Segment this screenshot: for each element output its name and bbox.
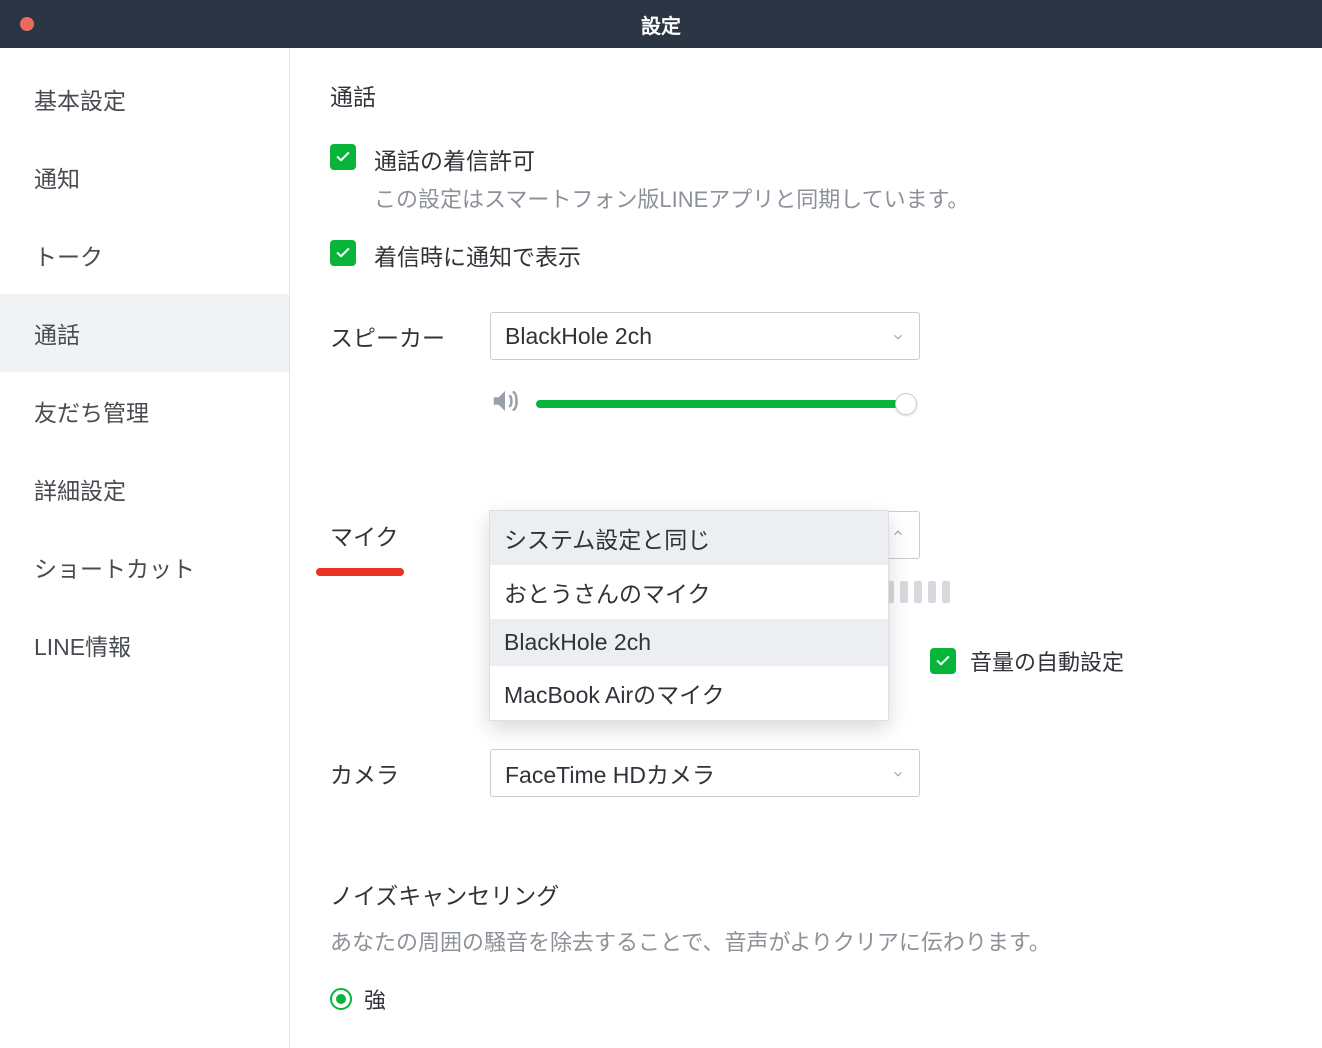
window-title: 設定 — [0, 10, 1322, 39]
sidebar-item-notifications[interactable]: 通知 — [0, 138, 289, 216]
call-section-title: 通話 — [330, 78, 1282, 112]
window-controls — [20, 17, 34, 31]
check-icon — [335, 245, 351, 261]
sidebar-item-advanced[interactable]: 詳細設定 — [0, 450, 289, 528]
camera-label: カメラ — [330, 756, 490, 790]
sidebar-item-basic[interactable]: 基本設定 — [0, 60, 289, 138]
camera-row: カメラ FaceTime HDカメラ — [330, 749, 1282, 797]
mic-option-dad[interactable]: おとうさんのマイク — [490, 565, 888, 619]
noise-cancel-section: ノイズキャンセリング あなたの周囲の騒音を除去することで、音声がよりクリアに伝わ… — [330, 877, 1282, 1015]
noise-cancel-strong-row: 強 — [330, 983, 1282, 1015]
camera-select[interactable]: FaceTime HDカメラ — [490, 749, 920, 797]
notify-incoming-label: 着信時に通知で表示 — [374, 238, 581, 272]
noise-cancel-strong-label: 強 — [364, 983, 386, 1015]
sidebar-item-friends[interactable]: 友だち管理 — [0, 372, 289, 450]
sidebar-item-shortcut[interactable]: ショートカット — [0, 528, 289, 606]
annotation-underline — [316, 568, 404, 576]
mic-option-blackhole[interactable]: BlackHole 2ch — [490, 619, 888, 666]
speaker-row: スピーカー BlackHole 2ch — [330, 312, 1282, 360]
notify-incoming-checkbox[interactable] — [330, 240, 356, 266]
noise-cancel-strong-radio[interactable] — [330, 988, 352, 1010]
settings-sidebar: 基本設定 通知 トーク 通話 友だち管理 詳細設定 ショートカット LINE情報 — [0, 48, 290, 1048]
allow-incoming-label: 通話の着信許可 — [374, 142, 969, 176]
sidebar-item-talk[interactable]: トーク — [0, 216, 289, 294]
close-window-button[interactable] — [20, 17, 34, 31]
notify-incoming-row: 着信時に通知で表示 — [330, 238, 1282, 272]
allow-incoming-row: 通話の着信許可 この設定はスマートフォン版LINEアプリと同期しています。 — [330, 142, 1282, 214]
speaker-select[interactable]: BlackHole 2ch — [490, 312, 920, 360]
volume-icon — [490, 386, 522, 421]
auto-volume-checkbox[interactable] — [930, 648, 956, 674]
titlebar: 設定 — [0, 0, 1322, 48]
speaker-selected-value: BlackHole 2ch — [505, 323, 652, 350]
mic-row: マイク システム設定と同じ おとうさんのマイク BlackHole 2ch Ma… — [330, 511, 1282, 559]
mic-label: マイク — [330, 518, 490, 552]
allow-incoming-sublabel: この設定はスマートフォン版LINEアプリと同期しています。 — [374, 182, 969, 214]
noise-cancel-title: ノイズキャンセリング — [330, 877, 1282, 911]
speaker-volume-row — [490, 386, 1282, 421]
settings-main: 通話 通話の着信許可 この設定はスマートフォン版LINEアプリと同期しています。… — [290, 48, 1322, 1048]
check-icon — [335, 149, 351, 165]
check-icon — [935, 653, 951, 669]
sidebar-item-call[interactable]: 通話 — [0, 294, 289, 372]
mic-level-meter — [886, 581, 950, 603]
noise-cancel-sub: あなたの周囲の騒音を除去することで、音声がよりクリアに伝わります。 — [330, 925, 1282, 957]
allow-incoming-checkbox[interactable] — [330, 144, 356, 170]
chevron-up-icon — [891, 526, 905, 545]
mic-select[interactable]: システム設定と同じ おとうさんのマイク BlackHole 2ch MacBoo… — [490, 511, 920, 559]
mic-option-system[interactable]: システム設定と同じ — [490, 511, 888, 565]
mic-option-macbook[interactable]: MacBook Airのマイク — [490, 666, 888, 720]
camera-selected-value: FaceTime HDカメラ — [505, 756, 715, 790]
mic-dropdown: システム設定と同じ おとうさんのマイク BlackHole 2ch MacBoo… — [489, 510, 889, 721]
speaker-label: スピーカー — [330, 319, 490, 353]
slider-knob[interactable] — [895, 393, 917, 415]
sidebar-item-line-info[interactable]: LINE情報 — [0, 606, 289, 684]
chevron-down-icon — [891, 760, 905, 787]
chevron-down-icon — [891, 323, 905, 350]
speaker-volume-slider[interactable] — [536, 400, 906, 408]
auto-volume-label: 音量の自動設定 — [970, 645, 1124, 677]
radio-dot — [336, 994, 346, 1004]
auto-volume-row: 音量の自動設定 — [930, 645, 1124, 677]
